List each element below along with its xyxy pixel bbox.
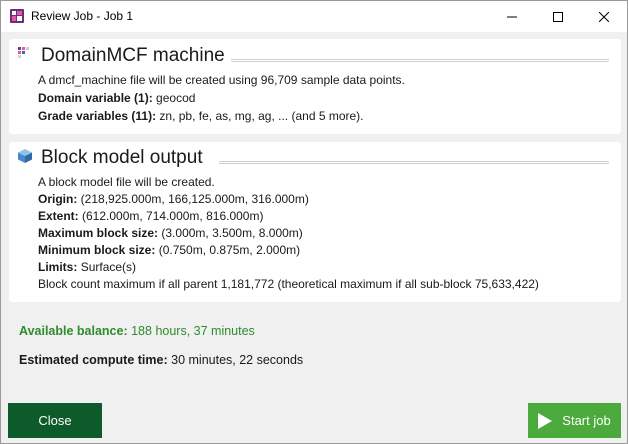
- domain-variable-label: Domain variable (1):: [38, 91, 153, 105]
- extent-label: Extent:: [38, 209, 79, 223]
- maximize-icon: [553, 11, 563, 22]
- min-block-size-value: (0.750m, 0.875m, 2.000m): [158, 243, 301, 257]
- limits-label: Limits:: [38, 260, 78, 274]
- review-job-window: Review Job - Job 1 DomainMCF machine A d…: [0, 0, 628, 444]
- domainmcf-panel: DomainMCF machine A dmcf_machine file wi…: [9, 39, 621, 134]
- block-model-title: Block model output: [41, 147, 203, 168]
- close-window-button[interactable]: [581, 1, 627, 32]
- title-bar: Review Job - Job 1: [1, 1, 627, 32]
- domainmcf-icon: [18, 47, 29, 58]
- origin-row: Origin: (218,925.000m, 166,125.000m, 316…: [38, 192, 309, 206]
- available-balance-value: 188 hours, 37 minutes: [131, 324, 255, 338]
- title-divider: [219, 161, 609, 164]
- block-count-text: Block count maximum if all parent 1,181,…: [38, 277, 539, 291]
- window-title: Review Job - Job 1: [31, 9, 134, 23]
- block-model-panel: Block model output A block model file wi…: [9, 142, 621, 302]
- domainmcf-description: A dmcf_machine file will be created usin…: [38, 73, 405, 87]
- minimize-button[interactable]: [489, 1, 535, 32]
- domain-variable-value: geocod: [156, 91, 196, 105]
- max-block-size-value: (3.000m, 3.500m, 8.000m): [161, 226, 303, 240]
- domainmcf-title: DomainMCF machine: [41, 45, 225, 66]
- start-job-button-label: Start job: [562, 413, 611, 428]
- max-block-size-label: Maximum block size:: [38, 226, 159, 240]
- minimize-icon: [507, 16, 517, 17]
- available-balance: Available balance: 188 hours, 37 minutes: [19, 324, 255, 338]
- origin-value: (218,925.000m, 166,125.000m, 316.000m): [80, 192, 309, 206]
- play-icon: [538, 412, 553, 429]
- close-icon: [599, 11, 609, 22]
- estimated-compute-time-label: Estimated compute time:: [19, 353, 168, 367]
- app-logo-icon: [10, 9, 24, 23]
- grade-variables-row: Grade variables (11): zn, pb, fe, as, mg…: [38, 109, 364, 123]
- estimated-compute-time: Estimated compute time: 30 minutes, 22 s…: [19, 353, 303, 367]
- block-model-icon: [18, 149, 32, 163]
- extent-row: Extent: (612.000m, 714.000m, 816.000m): [38, 209, 263, 223]
- close-button[interactable]: Close: [8, 403, 102, 438]
- grade-variables-value: zn, pb, fe, as, mg, ag, ... (and 5 more)…: [159, 109, 364, 123]
- close-button-label: Close: [38, 413, 72, 428]
- limits-value: Surface(s): [80, 260, 137, 274]
- grade-variables-label: Grade variables (11):: [38, 109, 157, 123]
- min-block-size-label: Minimum block size:: [38, 243, 156, 257]
- extent-value: (612.000m, 714.000m, 816.000m): [82, 209, 264, 223]
- estimated-compute-time-value: 30 minutes, 22 seconds: [171, 353, 304, 367]
- maximize-button[interactable]: [535, 1, 581, 32]
- title-divider: [231, 59, 609, 62]
- limits-row: Limits: Surface(s): [38, 260, 136, 274]
- origin-label: Origin:: [38, 192, 78, 206]
- min-block-size-row: Minimum block size: (0.750m, 0.875m, 2.0…: [38, 243, 300, 257]
- domain-variable-row: Domain variable (1): geocod: [38, 91, 195, 105]
- available-balance-label: Available balance:: [19, 324, 128, 338]
- start-job-button[interactable]: Start job: [528, 403, 621, 438]
- max-block-size-row: Maximum block size: (3.000m, 3.500m, 8.0…: [38, 226, 303, 240]
- block-model-description: A block model file will be created.: [38, 175, 215, 189]
